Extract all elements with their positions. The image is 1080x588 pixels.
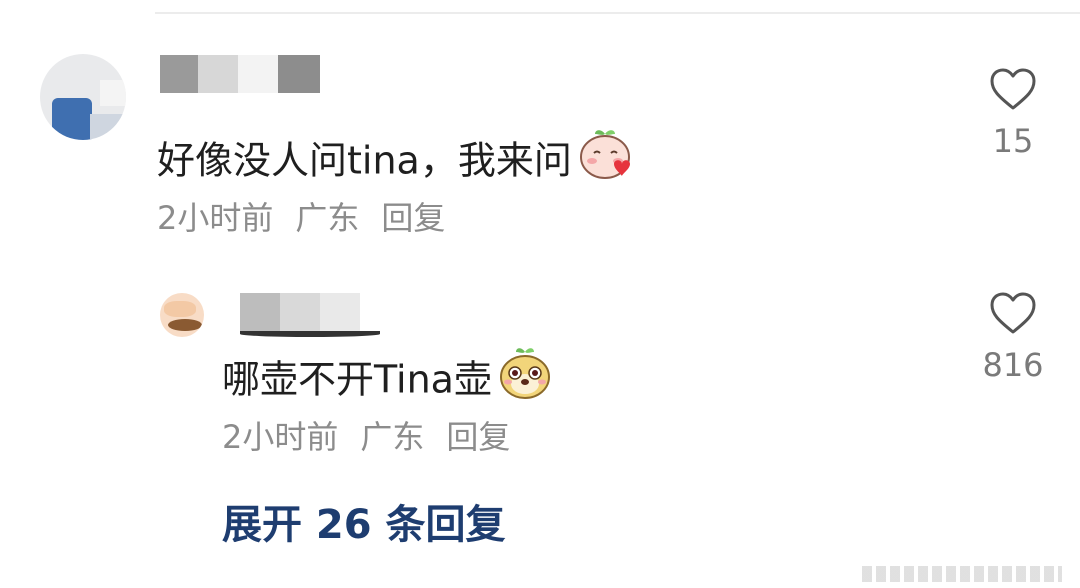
blushing-peach-emoji xyxy=(578,128,632,190)
like-count: 816 xyxy=(982,346,1044,384)
comment-time: 2小时前 xyxy=(222,418,339,456)
comment-meta: 2小时前 广东 回复 xyxy=(157,198,467,238)
like-button[interactable]: 15 xyxy=(973,66,1053,160)
comment-text: 好像没人问tina，我来问 xyxy=(157,130,632,194)
heart-outline-icon[interactable] xyxy=(988,290,1038,336)
watermark xyxy=(862,566,1062,582)
comment-location: 广东 xyxy=(295,199,360,237)
comment-time: 2小时前 xyxy=(157,199,274,237)
username-censored[interactable] xyxy=(240,293,380,337)
avatar[interactable] xyxy=(160,293,204,337)
like-count: 15 xyxy=(992,122,1034,160)
expand-replies-link[interactable]: 展开 26 条回复 xyxy=(222,500,506,550)
comment-text: 哪壶不开Tina壶 xyxy=(222,348,552,414)
username-censored[interactable] xyxy=(160,55,320,93)
comment-text-label: 好像没人问tina，我来问 xyxy=(157,138,572,183)
comment-location: 广东 xyxy=(360,418,425,456)
avatar[interactable] xyxy=(40,54,126,140)
heart-outline-icon[interactable] xyxy=(988,66,1038,112)
reply-button[interactable]: 回复 xyxy=(446,418,510,456)
top-divider xyxy=(155,12,1080,14)
comment-text-label: 哪壶不开Tina壶 xyxy=(222,357,492,402)
dog-face-emoji xyxy=(498,346,552,410)
like-button[interactable]: 816 xyxy=(973,290,1053,384)
comment-meta: 2小时前 广东 回复 xyxy=(222,417,532,457)
reply-button[interactable]: 回复 xyxy=(381,199,445,237)
